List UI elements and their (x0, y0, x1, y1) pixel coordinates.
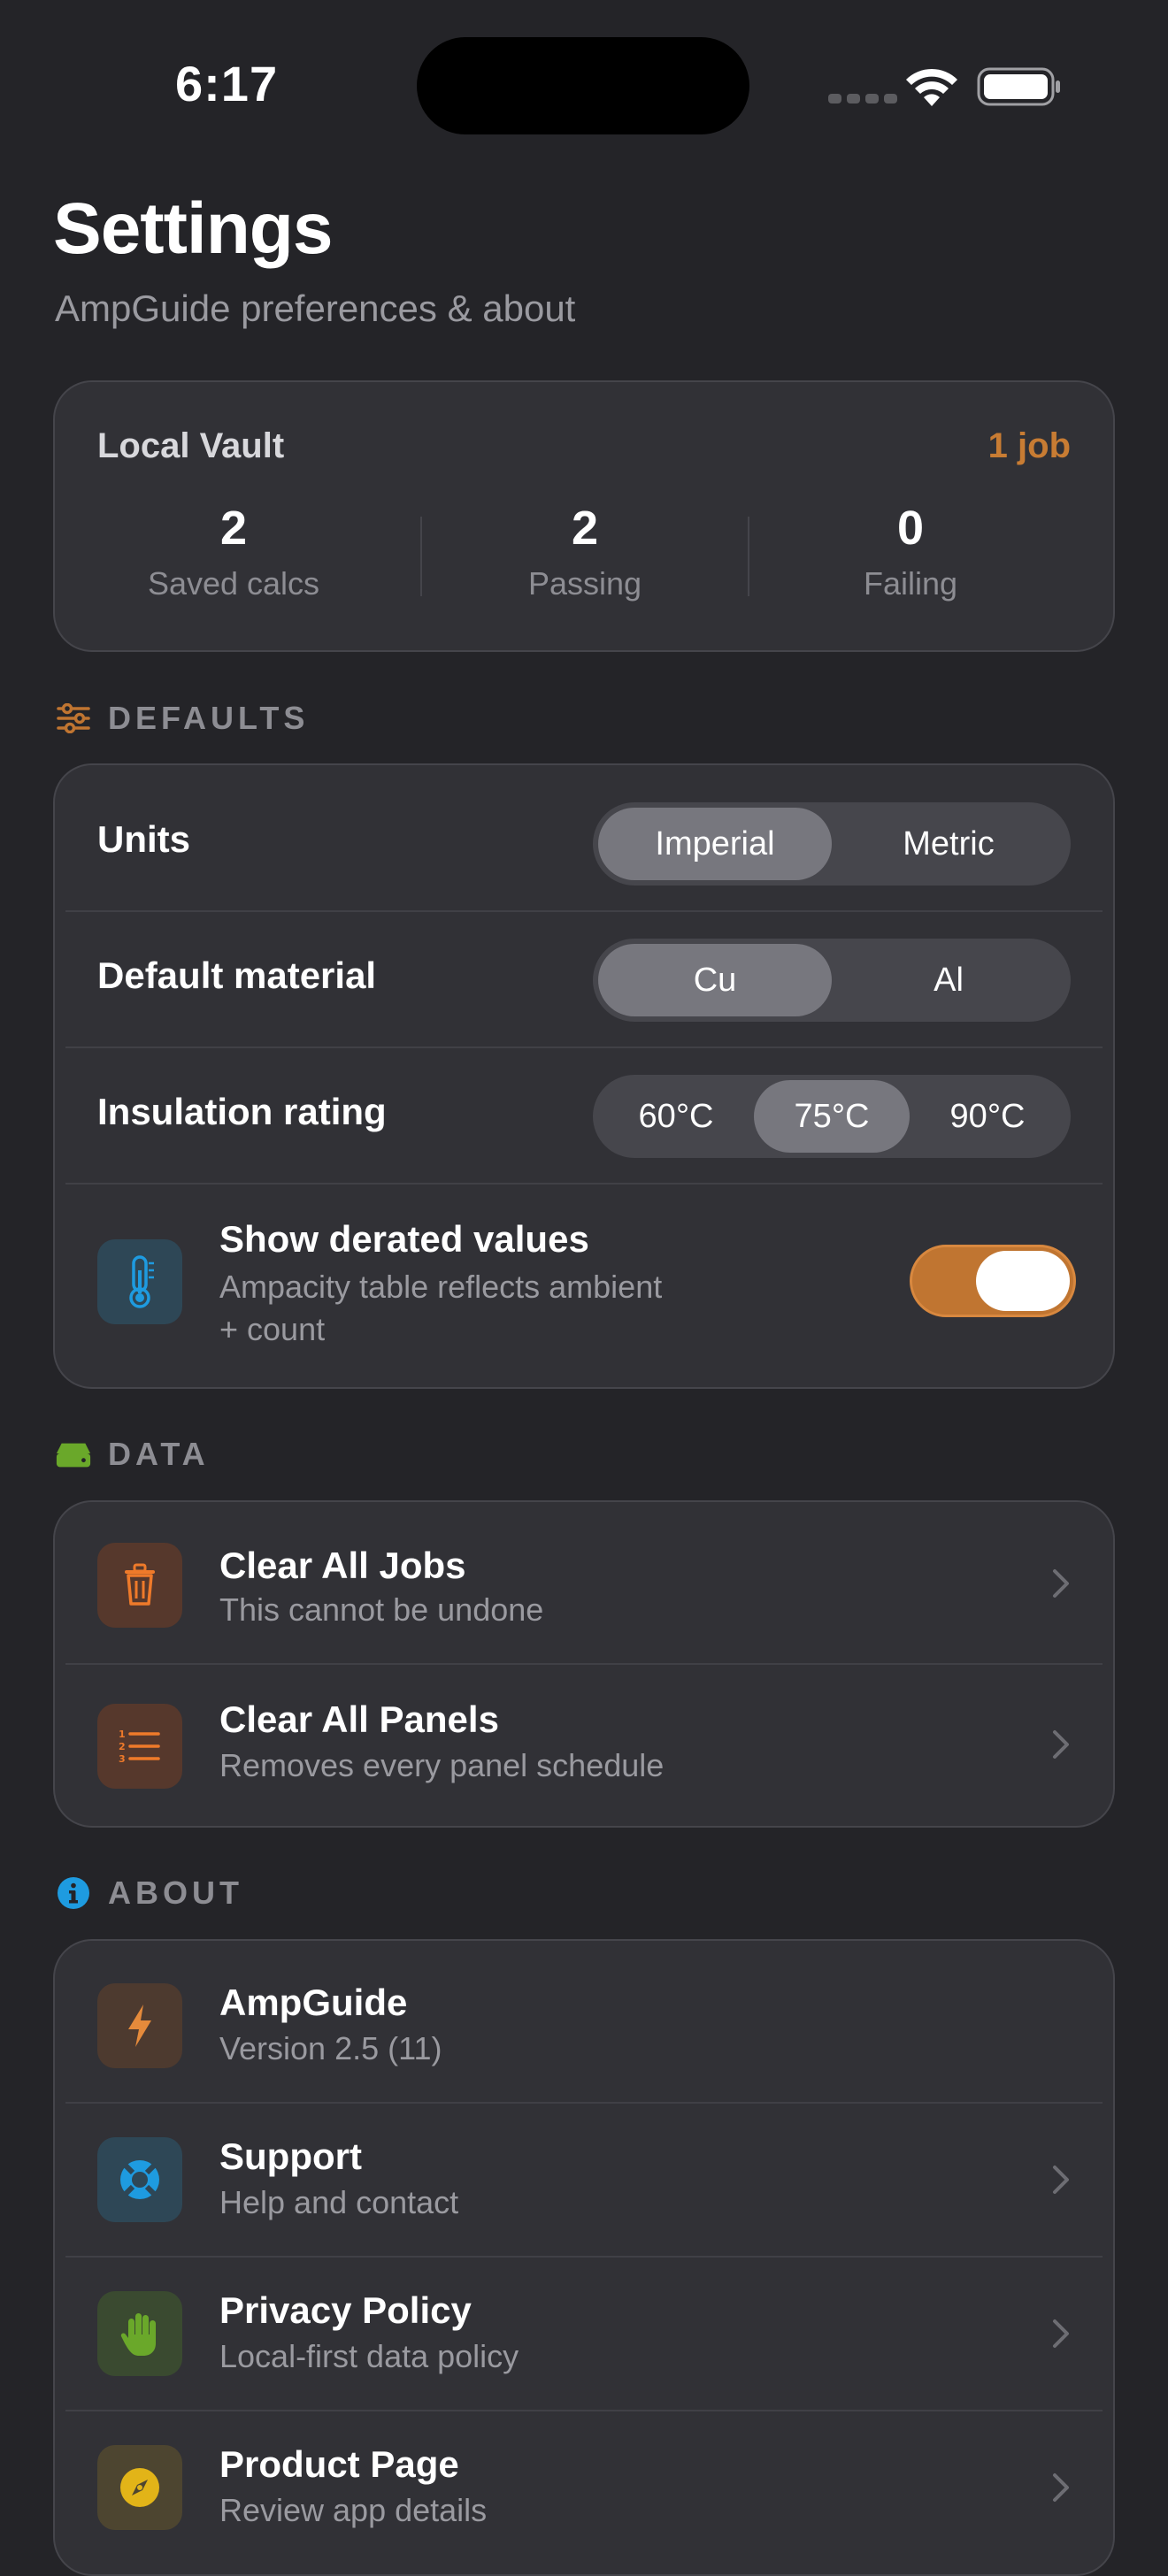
clear-panels-row[interactable]: 123 Clear All Panels Removes every panel… (55, 1665, 1113, 1828)
vault-stat-label: Passing (527, 565, 642, 602)
insulation-label: Insulation rating (97, 1091, 387, 1132)
data-section-header: DATA (55, 1435, 210, 1474)
page-subtitle: AmpGuide preferences & about (55, 288, 576, 329)
material-row: Default material Cu Al (55, 912, 1113, 1046)
hand-icon (97, 2291, 182, 2376)
clear-panels-title: Clear All Panels (219, 1698, 499, 1740)
vault-stat-label: Failing (863, 565, 958, 602)
insulation-segmented-control[interactable]: 60°C 75°C 90°C (593, 1075, 1071, 1158)
about-section-label: ABOUT (108, 1874, 243, 1911)
vault-stat-saved: 2 Saved calcs (71, 502, 396, 602)
support-subtitle: Help and contact (219, 2184, 459, 2220)
vault-stat-value: 2 (219, 502, 248, 555)
sliders-icon (55, 700, 92, 737)
defaults-section-header: DEFAULTS (55, 699, 309, 738)
clear-jobs-subtitle: This cannot be undone (219, 1591, 544, 1628)
page-title: Settings (53, 188, 333, 269)
about-app-title: AmpGuide (219, 1982, 408, 2023)
units-option-metric[interactable]: Metric (832, 808, 1065, 880)
material-segmented-control[interactable]: Cu Al (593, 939, 1071, 1022)
lifebuoy-icon (97, 2137, 182, 2222)
support-title: Support (219, 2135, 362, 2177)
wifi-icon (906, 68, 957, 106)
derated-subtitle-line1: Ampacity table reflects ambient (219, 1269, 663, 1305)
trash-icon (97, 1543, 182, 1628)
privacy-title: Privacy Policy (219, 2289, 472, 2331)
drive-icon (55, 1436, 92, 1473)
units-label: Units (97, 818, 190, 860)
status-bar: 6:17 (0, 0, 1168, 177)
data-section-label: DATA (108, 1436, 210, 1472)
product-page-row[interactable]: Product Page Review app details (55, 2411, 1113, 2576)
numbered-list-icon: 123 (97, 1704, 182, 1789)
product-page-title: Product Page (219, 2443, 459, 2485)
units-row: Units Imperial Metric (55, 765, 1113, 901)
clear-panels-subtitle: Removes every panel schedule (219, 1747, 665, 1783)
about-section-header: ABOUT (55, 1874, 243, 1913)
data-card: Clear All Jobs This cannot be undone 123… (53, 1500, 1115, 1828)
thermometer-icon (97, 1239, 182, 1324)
info-icon (55, 1874, 92, 1912)
about-card: AmpGuide Version 2.5 (11) Support Help a… (53, 1939, 1115, 2576)
battery-icon (977, 67, 1060, 106)
product-page-subtitle: Review app details (219, 2492, 488, 2528)
derated-toggle[interactable] (910, 1245, 1076, 1317)
chevron-right-icon (1053, 1569, 1069, 1598)
vault-job-count-badge: 1 job (987, 426, 1071, 465)
svg-text:3: 3 (119, 1753, 126, 1765)
clear-jobs-title: Clear All Jobs (219, 1545, 466, 1586)
row-divider (65, 1183, 1103, 1184)
vault-title: Local Vault (97, 426, 285, 465)
vault-stat-value: 2 (571, 502, 599, 555)
toggle-knob (976, 1251, 1070, 1311)
material-option-al[interactable]: Al (832, 944, 1065, 1016)
chevron-right-icon (1053, 1730, 1069, 1759)
cellular-signal-icon (828, 92, 903, 108)
about-app-version: Version 2.5 (11) (219, 2030, 442, 2066)
vault-stat-failing: 0 Failing (748, 502, 1073, 602)
svg-text:2: 2 (119, 1741, 126, 1752)
dynamic-island (417, 37, 749, 134)
derated-title: Show derated values (219, 1218, 589, 1260)
clear-jobs-row[interactable]: Clear All Jobs This cannot be undone (55, 1502, 1113, 1663)
units-option-imperial[interactable]: Imperial (598, 808, 832, 880)
privacy-row[interactable]: Privacy Policy Local-first data policy (55, 2258, 1113, 2410)
vault-stat-label: Saved calcs (147, 565, 320, 602)
material-label: Default material (97, 954, 377, 996)
insulation-option-75[interactable]: 75°C (754, 1080, 910, 1153)
insulation-option-90[interactable]: 90°C (910, 1080, 1065, 1153)
defaults-section-label: DEFAULTS (108, 700, 310, 736)
vault-stat-value: 0 (896, 502, 925, 555)
status-time: 6:17 (175, 56, 279, 111)
local-vault-card: Local Vault 1 job 2 Saved calcs 2 Passin… (53, 380, 1115, 652)
chevron-right-icon (1053, 2166, 1069, 2194)
bolt-icon (97, 1983, 182, 2068)
compass-icon (97, 2445, 182, 2530)
insulation-row: Insulation rating 60°C 75°C 90°C (55, 1048, 1113, 1183)
svg-text:1: 1 (119, 1729, 126, 1740)
chevron-right-icon (1053, 2319, 1069, 2348)
insulation-option-60[interactable]: 60°C (598, 1080, 754, 1153)
material-option-cu[interactable]: Cu (598, 944, 832, 1016)
chevron-right-icon (1053, 2473, 1069, 2502)
derated-subtitle-line2: + count (219, 1311, 326, 1347)
units-segmented-control[interactable]: Imperial Metric (593, 802, 1071, 886)
about-app-row: AmpGuide Version 2.5 (11) (55, 1941, 1113, 2102)
defaults-card: Units Imperial Metric Default material C… (53, 763, 1115, 1389)
vault-stat-passing: 2 Passing (422, 502, 748, 602)
privacy-subtitle: Local-first data policy (219, 2338, 519, 2374)
support-row[interactable]: Support Help and contact (55, 2104, 1113, 2256)
